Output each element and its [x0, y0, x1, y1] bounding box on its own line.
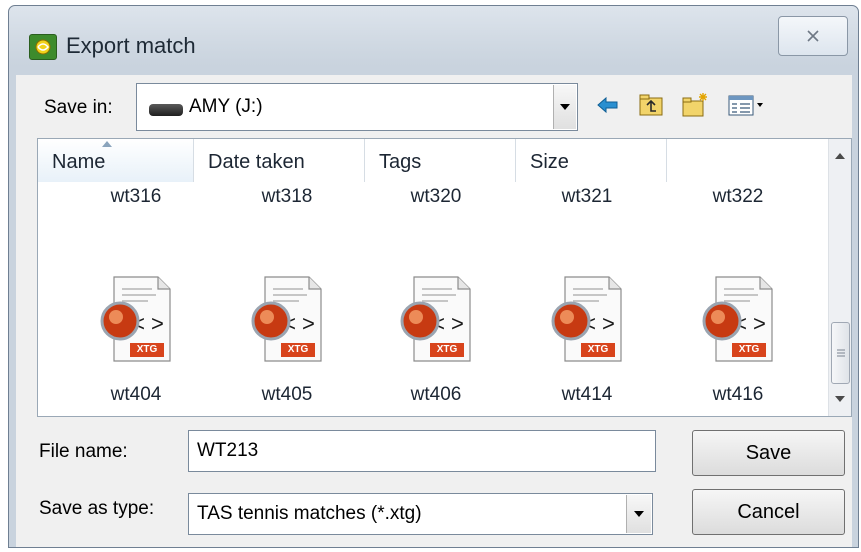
file-item-label[interactable]: wt406 [376, 384, 496, 406]
xtg-file-icon[interactable]: < > XTG [688, 269, 788, 369]
column-label-date: Date taken [208, 151, 305, 173]
file-item-label[interactable]: wt318 [227, 186, 347, 208]
file-type-badge: XTG [136, 344, 158, 355]
new-folder-icon [682, 93, 707, 117]
xtg-file-icon[interactable]: < > XTG [86, 269, 186, 369]
save-in-label: Save in: [44, 97, 113, 118]
cancel-button[interactable]: Cancel [692, 489, 845, 535]
save-in-dropdown-button[interactable] [553, 85, 576, 129]
file-type-badge: XTG [287, 344, 309, 355]
save-in-value: AMY (J:) [189, 96, 263, 117]
close-button[interactable] [778, 16, 848, 56]
new-folder-button[interactable] [681, 91, 709, 119]
file-type-badge: XTG [587, 344, 609, 355]
app-icon [29, 34, 57, 60]
scroll-up-icon [835, 153, 845, 159]
scroll-down-button[interactable] [829, 388, 851, 410]
column-label-size: Size [530, 151, 569, 173]
vertical-scrollbar[interactable] [828, 139, 851, 416]
column-header-date[interactable]: Date taken [194, 139, 365, 182]
xtg-file-icon[interactable]: < > XTG [237, 269, 337, 369]
column-header-size[interactable]: Size [516, 139, 667, 182]
grip-icon [836, 349, 845, 357]
chevron-down-icon [560, 104, 570, 110]
save-as-type-label: Save as type: [39, 498, 155, 519]
back-button[interactable] [594, 91, 622, 119]
scroll-down-icon [835, 396, 845, 402]
column-label-tags: Tags [379, 151, 422, 173]
save-as-type-dropdown-button[interactable] [626, 495, 651, 533]
up-folder-icon [639, 94, 663, 116]
save-in-dropdown[interactable]: AMY (J:) [136, 83, 578, 131]
xtg-file-icon[interactable]: < > XTG [537, 269, 637, 369]
scroll-up-button[interactable] [829, 145, 851, 167]
back-arrow-icon [597, 96, 618, 114]
save-as-type-value: TAS tennis matches (*.xtg) [197, 503, 422, 524]
scroll-thumb[interactable] [831, 322, 850, 384]
dialog-body: Save in: AMY (J:) Name Date taken Tags S… [16, 75, 852, 547]
title-bar[interactable]: Export match [9, 6, 858, 74]
view-menu-button[interactable] [726, 91, 772, 119]
file-item-label[interactable]: wt404 [76, 384, 196, 406]
export-dialog: Export match Save in: AMY (J:) Name Date… [8, 5, 859, 548]
window-title: Export match [66, 33, 196, 58]
file-item-label[interactable]: wt322 [678, 186, 798, 208]
file-item-label[interactable]: wt316 [76, 186, 196, 208]
drive-icon [149, 104, 183, 116]
file-item-label[interactable]: wt416 [678, 384, 798, 406]
chevron-down-icon [634, 511, 644, 517]
file-item-label[interactable]: wt405 [227, 384, 347, 406]
file-list[interactable]: Name Date taken Tags Size » wt316 wt318 … [37, 138, 852, 417]
save-button[interactable]: Save [692, 430, 845, 476]
column-label-name: Name [52, 151, 106, 173]
up-folder-button[interactable] [637, 91, 665, 119]
column-header-tags[interactable]: Tags [365, 139, 516, 182]
sort-ascending-icon [102, 141, 112, 147]
file-type-badge: XTG [436, 344, 458, 355]
file-name-label: File name: [39, 441, 128, 462]
save-as-type-dropdown[interactable]: TAS tennis matches (*.xtg) [188, 493, 653, 535]
view-menu-icon [728, 95, 763, 116]
column-header-overflow[interactable]: » [667, 139, 829, 182]
file-item-label[interactable]: wt320 [376, 186, 496, 208]
file-name-field[interactable]: WT213 [188, 430, 656, 472]
file-name-value: WT213 [197, 440, 259, 461]
file-type-badge: XTG [738, 344, 760, 355]
close-icon [807, 30, 819, 42]
xtg-file-icon[interactable]: < > XTG [386, 269, 486, 369]
file-item-label[interactable]: wt321 [527, 186, 647, 208]
file-item-label[interactable]: wt414 [527, 384, 647, 406]
column-header-name[interactable]: Name [38, 139, 194, 182]
